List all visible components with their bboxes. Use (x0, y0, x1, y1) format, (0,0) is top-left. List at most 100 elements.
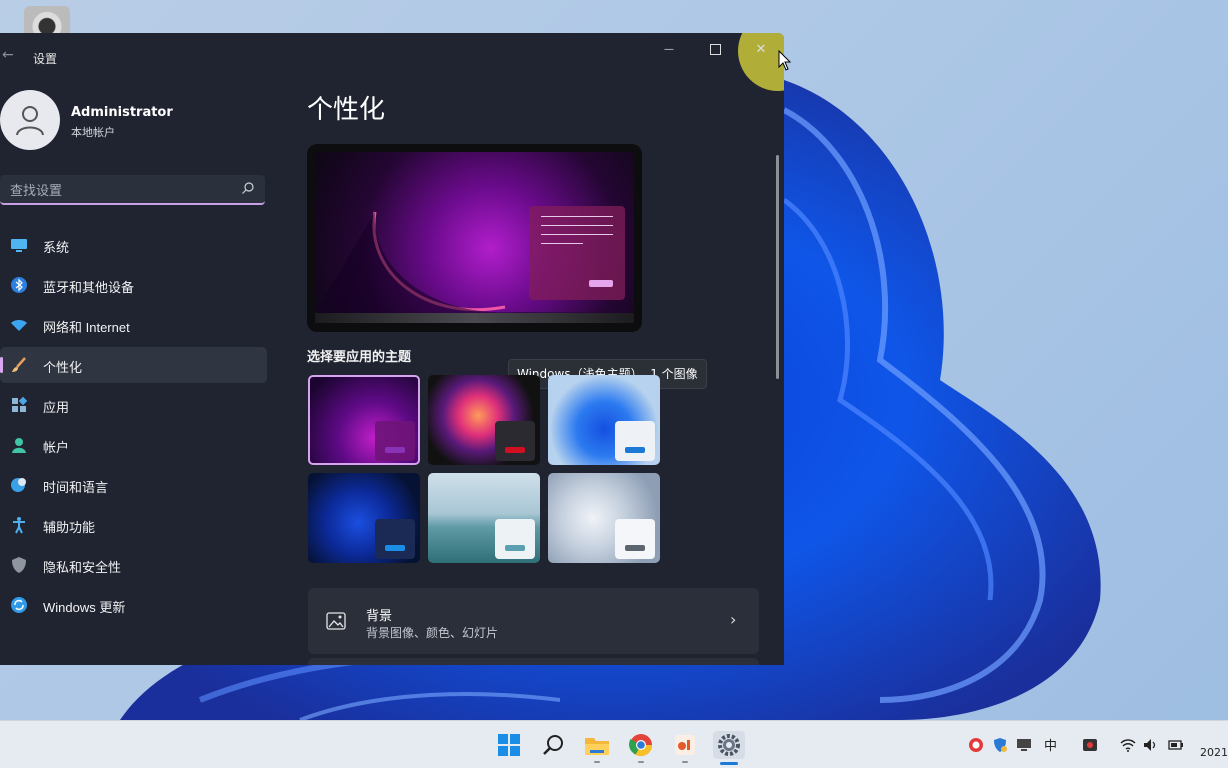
avatar[interactable] (0, 90, 60, 150)
start-icon (498, 734, 520, 756)
security-shield-icon[interactable] (992, 737, 1008, 753)
preview-accent-pill (589, 280, 613, 287)
sidebar-nav: 系统 蓝牙和其他设备 网络和 Internet 个性化 应用 帐户 时间和语言 (0, 227, 267, 627)
display-icon[interactable] (1016, 737, 1032, 753)
theme-captured-motion[interactable] (548, 473, 660, 563)
settings-icon (718, 734, 740, 756)
theme-card (495, 519, 535, 559)
theme-accent-pill (385, 447, 405, 453)
preview-wallpaper (315, 152, 634, 313)
preview-window-card (529, 206, 625, 300)
sidebar-item-label: 隐私和安全性 (43, 560, 122, 575)
sidebar-item-label: 蓝牙和其他设备 (43, 280, 135, 295)
shield-icon (12, 557, 26, 573)
sidebar-item-personalization[interactable]: 个性化 (0, 347, 267, 383)
sidebar-item-windows-update[interactable]: Windows 更新 (0, 587, 267, 623)
sidebar-item-accessibility[interactable]: 辅助功能 (0, 507, 267, 543)
search-icon (543, 735, 563, 755)
background-row-title: 背景 (366, 609, 393, 624)
back-arrow-icon[interactable]: ← (2, 47, 14, 63)
clock-date[interactable]: 2021/ (1200, 746, 1228, 759)
theme-accent-pill (625, 447, 645, 453)
sidebar-item-label: 个性化 (43, 360, 83, 375)
preview-line (541, 243, 583, 244)
running-indicator (638, 761, 644, 763)
chrome-icon (629, 734, 652, 756)
preview-taskbar (315, 313, 634, 323)
taskbar-search-button[interactable] (539, 731, 567, 759)
wifi-icon (11, 320, 27, 331)
theme-flower[interactable] (428, 375, 540, 465)
chrome-button[interactable] (627, 731, 655, 759)
tray-app-icon[interactable] (1082, 737, 1098, 753)
sidebar-item-label: 网络和 Internet (43, 320, 130, 335)
theme-windows-dark[interactable] (308, 473, 420, 563)
sidebar-item-privacy[interactable]: 隐私和安全性 (0, 547, 267, 583)
minimize-button[interactable]: — (646, 33, 692, 65)
theme-lake[interactable] (428, 473, 540, 563)
person-icon (12, 438, 26, 453)
image-icon (326, 612, 346, 630)
user-name: Administrator (71, 105, 173, 120)
sidebar-item-bluetooth[interactable]: 蓝牙和其他设备 (0, 267, 267, 303)
search-icon[interactable] (241, 181, 255, 195)
sidebar-item-accounts[interactable]: 帐户 (0, 427, 267, 463)
theme-accent-pill (505, 545, 525, 551)
sidebar-item-system[interactable]: 系统 (0, 227, 267, 263)
sidebar-item-label: 辅助功能 (43, 520, 96, 535)
theme-accent-pill (385, 545, 405, 551)
clock-globe-icon (11, 478, 26, 492)
file-explorer-button[interactable] (583, 731, 611, 759)
theme-windows-light[interactable] (548, 375, 660, 465)
sidebar-item-time-language[interactable]: 时间和语言 (0, 467, 267, 503)
wifi-tray-icon[interactable] (1120, 737, 1136, 753)
monitor-icon (11, 239, 27, 252)
page-title: 个性化 (307, 95, 386, 125)
theme-card (375, 519, 415, 559)
close-icon: ✕ (755, 41, 767, 57)
ime-indicator[interactable]: 中 (1044, 735, 1060, 754)
theme-card (495, 421, 535, 461)
media-app-icon (675, 735, 695, 755)
active-app-indicator (720, 762, 738, 765)
sidebar-item-label: 应用 (43, 400, 70, 415)
themes-heading: 选择要应用的主题 (307, 350, 412, 365)
search-box[interactable] (0, 175, 265, 205)
theme-card (615, 519, 655, 559)
media-app-button[interactable] (671, 731, 699, 759)
app-title: 设置 (33, 52, 58, 66)
theme-accent-pill (625, 545, 645, 551)
update-icon (11, 597, 27, 613)
maximize-button[interactable] (692, 33, 738, 65)
running-indicator (594, 761, 600, 763)
sidebar-item-label: 帐户 (43, 440, 70, 455)
mouse-cursor-icon (778, 50, 792, 71)
theme-card (615, 421, 655, 461)
scrollbar-thumb[interactable] (776, 155, 779, 379)
account-type: 本地帐户 (71, 126, 115, 139)
next-settings-row[interactable] (308, 658, 759, 665)
sidebar-item-label: 系统 (43, 240, 70, 255)
preview-line (541, 234, 613, 235)
volume-icon[interactable] (1142, 737, 1158, 753)
start-button[interactable] (495, 731, 523, 759)
sidebar-item-label: 时间和语言 (43, 480, 109, 495)
bluetooth-icon (11, 277, 27, 293)
background-row-subtitle: 背景图像、颜色、幻灯片 (366, 626, 499, 640)
theme-glow-purple[interactable] (308, 375, 420, 465)
search-input[interactable] (8, 180, 232, 200)
file-explorer-icon (585, 738, 609, 755)
battery-icon[interactable] (1168, 737, 1184, 753)
background-settings-row[interactable]: 背景 背景图像、颜色、幻灯片 › (308, 588, 759, 654)
preview-line (541, 225, 613, 226)
theme-accent-pill (505, 447, 525, 453)
brush-icon (12, 357, 26, 372)
settings-taskbar-button[interactable] (713, 731, 745, 759)
theme-preview (307, 144, 642, 332)
sidebar-item-apps[interactable]: 应用 (0, 387, 267, 423)
sidebar-item-network[interactable]: 网络和 Internet (0, 307, 267, 343)
record-icon[interactable] (968, 737, 984, 753)
minimize-icon: — (664, 43, 674, 55)
accessibility-icon (13, 517, 25, 534)
apps-icon (12, 396, 28, 412)
